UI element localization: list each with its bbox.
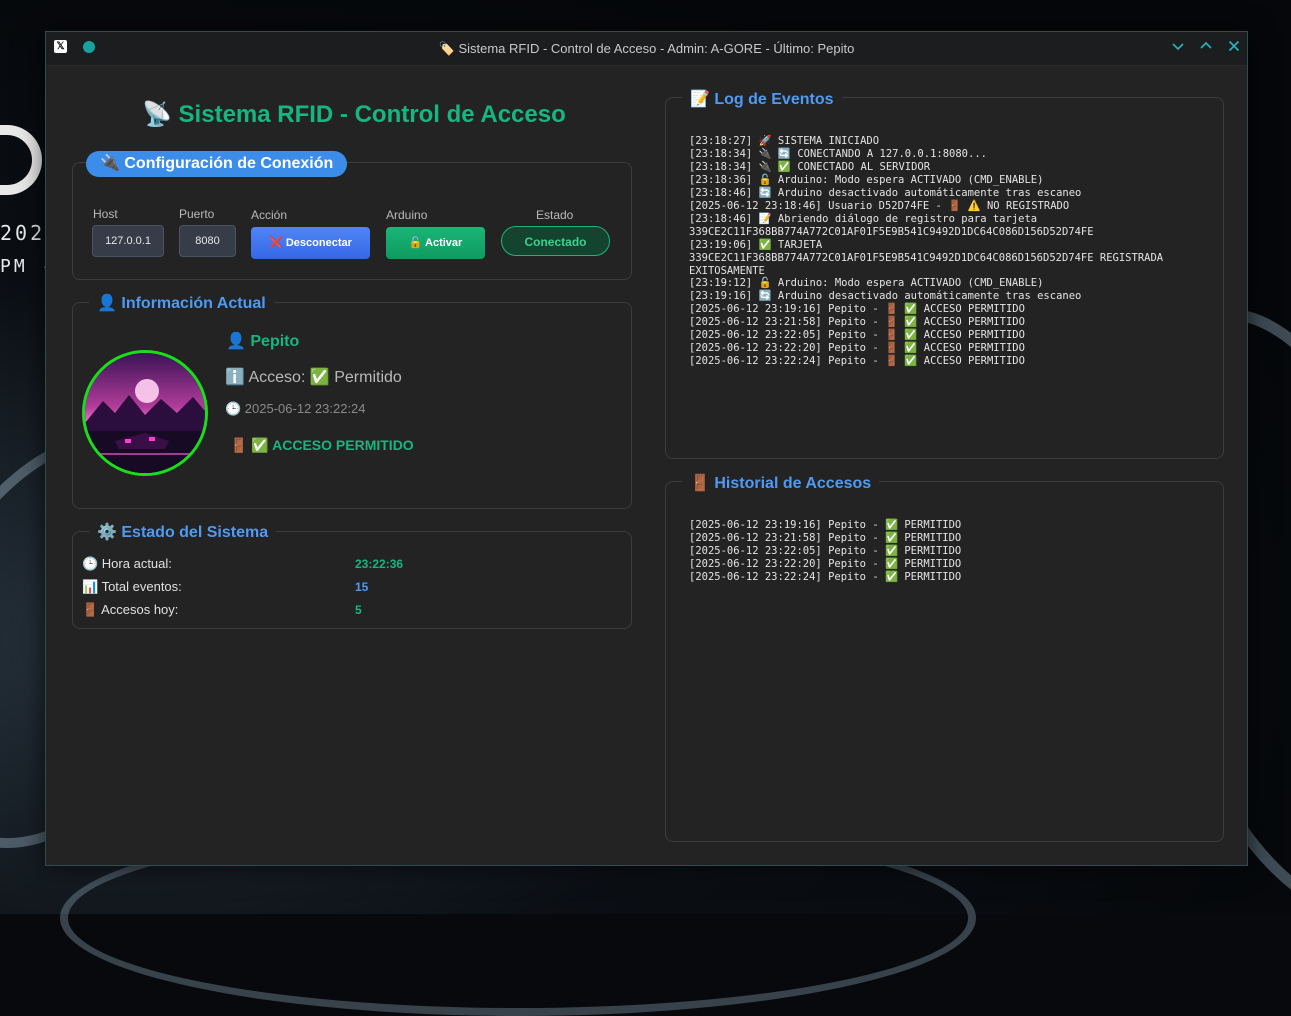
accesses-today-value: 5 [355,603,362,617]
event-log-text[interactable]: [23:18:27] 🚀 SISTEMA INICIADO [23:18:34] … [689,135,1214,435]
log-line: [23:18:36] 🔓 Arduino: Modo espera ACTIVA… [689,173,1044,186]
total-events-value: 15 [355,580,369,594]
log-line: [23:18:27] 🚀 SISTEMA INICIADO [689,135,880,147]
log-line: [2025-06-12 23:22:24] Pepito - 🚪 ✅ ACCES… [689,355,1025,368]
log-line: [2025-06-12 23:19:16] Pepito - 🚪 ✅ ACCES… [689,303,1025,316]
port-label: Puerto [179,207,215,221]
close-button[interactable] [1225,38,1243,56]
access-history-text[interactable]: [2025-06-12 23:19:16] Pepito - ✅ PERMITI… [689,519,1214,819]
current-info-legend: 👤 Información Actual [89,293,274,313]
history-line: [2025-06-12 23:21:58] Pepito - ✅ PERMITI… [689,531,962,544]
event-log-legend: 📝 Log de Eventos [682,89,842,109]
arduino-label: Arduino [386,208,428,222]
user-name: 👤 Pepito [226,333,300,350]
log-line: [2025-06-12 23:21:58] Pepito - 🚪 ✅ ACCES… [689,316,1025,329]
chevron-down-icon [1172,43,1184,51]
log-line: [2025-06-12 23:22:05] Pepito - 🚪 ✅ ACCES… [689,329,1025,342]
history-line: [2025-06-12 23:19:16] Pepito - ✅ PERMITI… [689,519,962,531]
action-label: Acción [251,208,288,222]
maximize-button[interactable] [1197,38,1215,56]
page-title: 📡 Sistema RFID - Control de Acceso [142,101,566,128]
port-input[interactable]: 8080 [179,225,236,257]
log-line: [23:18:34] 🔌 ✅ CONECTADO AL SERVIDOR [689,160,931,173]
log-line: 339CE2C11F368BB774A772C01AF01F5E9B541C94… [689,225,1094,238]
log-line: EXITOSAMENTE [689,264,765,277]
avatar-image [85,353,205,473]
connection-status-badge: Conectado [501,226,610,256]
history-line: [2025-06-12 23:22:20] Pepito - ✅ PERMITI… [689,557,962,570]
log-line: [2025-06-12 23:18:46] Usuario D52D74FE -… [689,199,1070,212]
status-label: Estado [536,208,574,222]
log-line: [23:19:16] 🔄 Arduino desactivado automát… [689,290,1082,303]
current-time-value: 23:22:36 [355,557,404,571]
log-line: [2025-06-12 23:22:20] Pepito - 🚪 ✅ ACCES… [689,342,1025,355]
app-window: 𝕏 🏷️ Sistema RFID - Control de Acceso - … [45,31,1248,866]
activate-arduino-button[interactable]: 🔓 Activar [386,227,485,259]
access-status: ℹ️ Acceso: ✅ Permitido [225,369,402,386]
minimize-button[interactable] [1169,38,1187,56]
log-line: 339CE2C11F368BB774A772C01AF01F5E9B541C94… [689,251,1164,264]
current-time-label: 🕒 Hora actual: [82,556,172,571]
desktop-clock-glyph [0,125,42,195]
log-line: [23:18:34] 🔌 🔄 CONECTANDO A 127.0.0.1:80… [689,147,987,160]
system-state-legend: ⚙️ Estado del Sistema [89,522,277,542]
window-title: 🏷️ Sistema RFID - Control de Acceso - Ad… [438,41,855,56]
access-history-legend: 🚪 Historial de Accesos [682,473,880,493]
log-line: [23:18:46] 📝 Abriendo diálogo de registr… [689,212,1038,225]
host-label: Host [93,207,118,221]
log-line: [23:18:46] 🔄 Arduino desactivado automát… [689,186,1082,199]
title-bar[interactable]: 𝕏 🏷️ Sistema RFID - Control de Acceso - … [46,32,1247,66]
total-events-label: 📊 Total eventos: [82,579,182,594]
access-result: 🚪 ✅ ACCESO PERMITIDO [230,437,414,453]
history-line: [2025-06-12 23:22:05] Pepito - ✅ PERMITI… [689,544,962,557]
chevron-up-icon [1200,41,1212,49]
accesses-today-label: 🚪 Accesos hoy: [82,602,179,617]
log-line: [23:19:06] ✅ TARJETA [689,238,823,251]
last-access-timestamp: 🕒 2025-06-12 23:22:24 [225,401,366,416]
close-icon [1228,40,1240,52]
connection-legend: 🔌 Configuración de Conexión [86,151,348,177]
history-line: [2025-06-12 23:22:24] Pepito - ✅ PERMITI… [689,570,962,583]
log-line: [23:19:12] 🔓 Arduino: Modo espera ACTIVA… [689,277,1044,290]
host-input[interactable]: 127.0.0.1 [92,225,164,257]
user-avatar [82,350,208,476]
disconnect-button[interactable]: ❌ Desconectar [251,227,370,259]
